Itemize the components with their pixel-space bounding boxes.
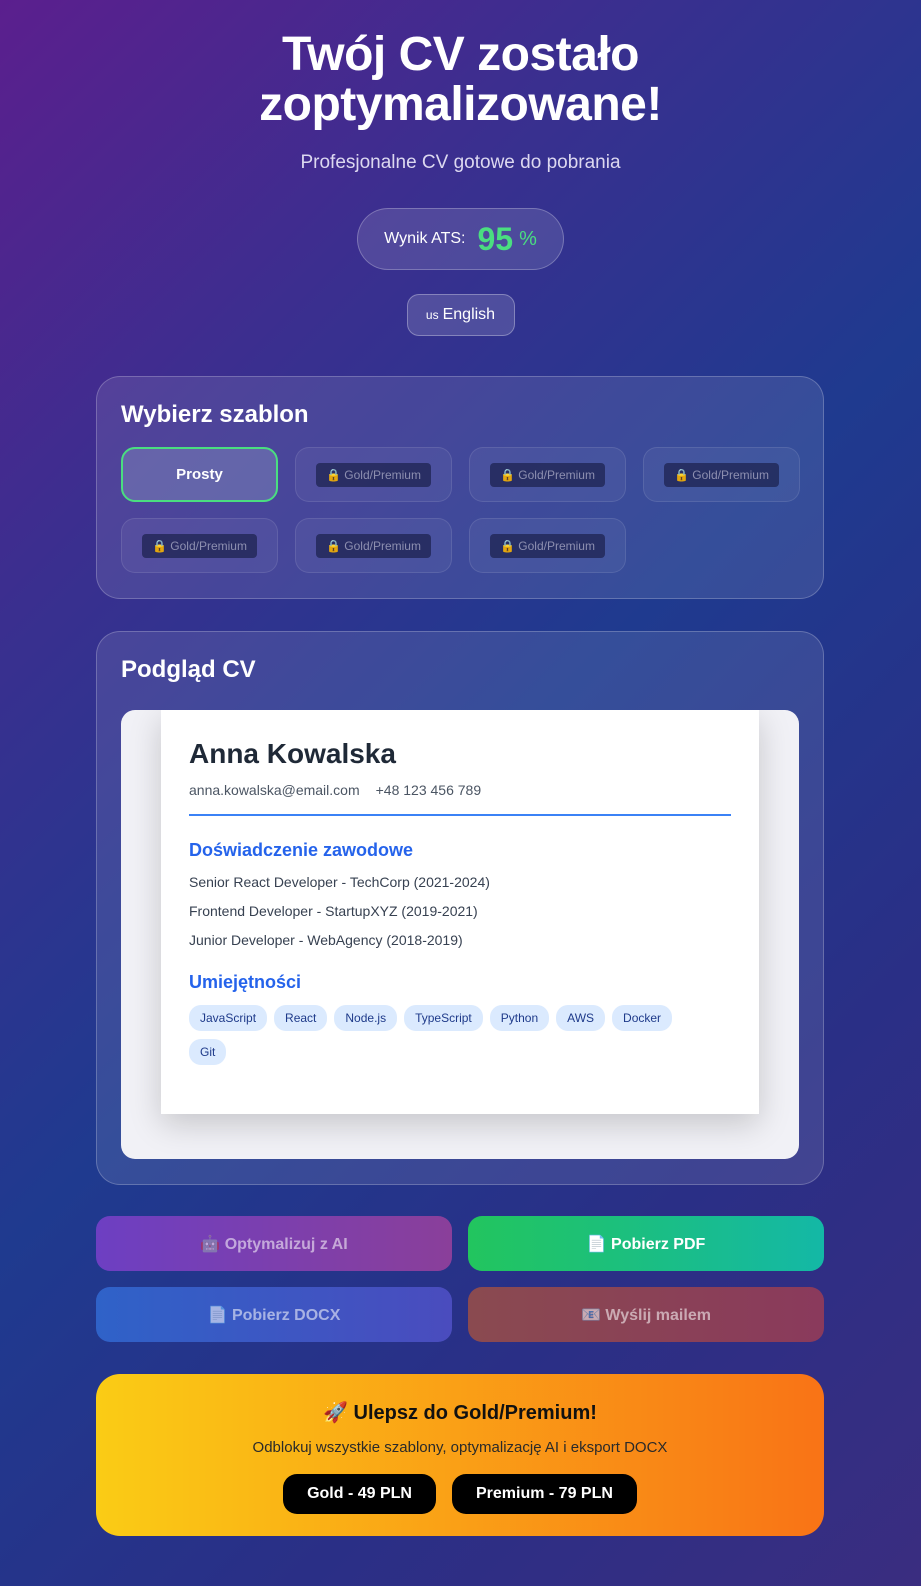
cv-contact: anna.kowalska@email.com +48 123 456 789 [189,782,731,798]
cv-preview-panel: Podgląd CV Anna Kowalska anna.kowalska@e… [96,631,824,1185]
language-label: English [442,306,496,323]
skill-tag: React [274,1005,328,1031]
optimize-ai-button[interactable]: 🤖 Optymalizuj z AI [96,1216,452,1271]
upgrade-description: Odblokuj wszystkie szablony, optymalizac… [252,1439,668,1456]
skill-tag: AWS [556,1005,606,1031]
us-flag-icon: us [425,308,439,322]
template-selector-panel: Wybierz szablon Prosty 🔒 Gold/Premium 🔒 … [96,376,824,599]
skill-tag: Docker [612,1005,673,1031]
premium-plan-button[interactable]: Premium - 79 PLN [451,1474,637,1514]
template-option-locked[interactable]: 🔒 Gold/Premium [295,518,452,573]
template-option-locked[interactable]: 🔒 Gold/Premium [469,447,626,502]
skill-tag: Python [489,1005,550,1031]
skills-list: JavaScript React Node.js TypeScript Pyth… [189,1005,709,1065]
download-docx-button[interactable]: 📄 Pobierz DOCX [96,1287,452,1342]
experience-item: Junior Developer - WebAgency (2018-2019) [189,932,463,948]
skills-heading: Umiejętności [189,972,302,992]
locked-badge: 🔒 Gold/Premium [490,533,605,558]
skill-tag: JavaScript [189,1005,268,1031]
skill-tag: Git [189,1039,227,1065]
locked-badge: 🔒 Gold/Premium [142,533,257,558]
ats-unit: % [519,227,537,250]
page-subtitle: Profesjonalne CV gotowe do pobrania [300,152,621,173]
skill-tag: Node.js [334,1005,398,1031]
ats-label: Wynik ATS: [384,230,466,247]
gold-plan-button[interactable]: Gold - 49 PLN [283,1474,436,1514]
cv-name: Anna Kowalska [189,738,396,769]
skill-tag: TypeScript [404,1005,483,1031]
locked-badge: 🔒 Gold/Premium [664,462,779,487]
template-grid: Prosty 🔒 Gold/Premium 🔒 Gold/Premium 🔒 G… [121,447,800,573]
cv-document: Anna Kowalska anna.kowalska@email.com +48… [161,710,759,1114]
ats-score-badge: Wynik ATS: 95 % [357,208,564,270]
cv-preview-frame: Anna Kowalska anna.kowalska@email.com +48… [121,710,799,1159]
locked-badge: 🔒 Gold/Premium [490,462,605,487]
experience-heading: Doświadczenie zawodowe [189,840,414,860]
send-email-button[interactable]: 📧 Wyślij mailem [468,1287,824,1342]
template-option-locked[interactable]: 🔒 Gold/Premium [295,447,452,502]
ats-value: 95 [477,220,514,257]
action-buttons: 🤖 Optymalizuj z AI 📄 Pobierz PDF 📄 Pobie… [96,1216,824,1342]
template-heading: Wybierz szablon [121,401,309,428]
cv-divider [189,814,731,816]
preview-heading: Podgląd CV [121,656,256,683]
experience-item: Frontend Developer - StartupXYZ (2019-20… [189,903,478,919]
template-option-prosty[interactable]: Prosty [121,447,278,502]
locked-badge: 🔒 Gold/Premium [316,462,431,487]
upgrade-banner: 🚀 Ulepsz do Gold/Premium! Odblokuj wszys… [96,1374,824,1536]
download-pdf-button[interactable]: 📄 Pobierz PDF [468,1216,824,1271]
locked-badge: 🔒 Gold/Premium [316,533,431,558]
language-toggle-button[interactable]: us English [406,294,515,336]
cv-email: anna.kowalska@email.com [189,782,360,798]
upgrade-options: Gold - 49 PLN Premium - 79 PLN [96,1474,824,1514]
template-option-locked[interactable]: 🔒 Gold/Premium [469,518,626,573]
template-option-locked[interactable]: 🔒 Gold/Premium [121,518,278,573]
template-option-locked[interactable]: 🔒 Gold/Premium [643,447,800,502]
page-header: Twój CV zostało zoptymalizowane! Profesj… [0,0,921,336]
page-title: Twój CV zostało zoptymalizowane! [259,28,662,131]
upgrade-title: 🚀 Ulepsz do Gold/Premium! [323,1402,597,1424]
cv-phone: +48 123 456 789 [375,782,482,798]
experience-item: Senior React Developer - TechCorp (2021-… [189,874,490,890]
